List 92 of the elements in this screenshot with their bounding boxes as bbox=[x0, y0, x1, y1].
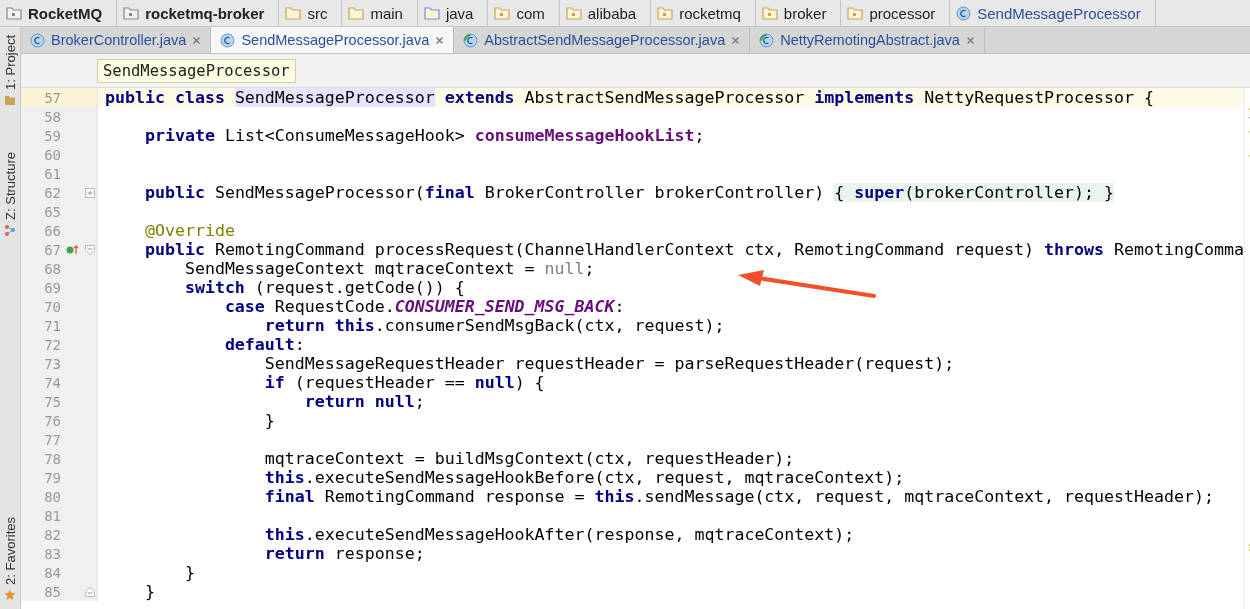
override-marker-icon[interactable] bbox=[65, 243, 79, 256]
expand-fold-icon[interactable] bbox=[85, 187, 95, 198]
tool-window-button[interactable]: Z: Structure bbox=[0, 151, 20, 236]
class-header-tooltip: SendMessageProcessor bbox=[97, 58, 296, 83]
line-number: 57 bbox=[43, 89, 61, 106]
folder-icon bbox=[423, 6, 440, 20]
code-line: switch (request.getCode()) { bbox=[183, 278, 465, 297]
code-line: @Override bbox=[143, 221, 235, 240]
code-line: return this.consumerSendMsgBack(ctx, request); bbox=[263, 316, 725, 335]
structure-icon bbox=[4, 223, 16, 236]
code-line: this.executeSendMessageHookAfter(response, mqtraceContext); bbox=[263, 525, 855, 544]
line-number: 77 bbox=[43, 431, 61, 448]
code-line: mqtraceContext = buildMsgContext(ctx, requestHeader); bbox=[263, 449, 795, 468]
code-line: } bbox=[263, 411, 275, 430]
abstract-class-icon bbox=[759, 32, 775, 48]
line-number: 81 bbox=[43, 507, 61, 524]
code-line: public SendMessageProcessor(final BrokerController brokerController) { super(brokerController); } bbox=[143, 183, 1115, 202]
folder-icon bbox=[565, 6, 582, 20]
tool-window-button[interactable]: 2: Favorites bbox=[0, 517, 20, 601]
star-icon bbox=[4, 589, 16, 601]
folder-icon bbox=[348, 6, 365, 20]
breadcrumb-item[interactable]: processor bbox=[841, 0, 951, 26]
breadcrumb-item[interactable]: rocketmq-broker bbox=[117, 0, 280, 26]
line-number: 66 bbox=[43, 222, 61, 239]
folder-icon bbox=[761, 6, 778, 20]
close-icon[interactable] bbox=[965, 35, 975, 45]
code-line: if (requestHeader == null) { bbox=[263, 373, 545, 392]
folder-icon bbox=[4, 93, 16, 106]
folder-icon bbox=[6, 6, 22, 20]
code-line: SendMessageContext mqtraceContext = null; bbox=[183, 259, 595, 278]
line-number: 84 bbox=[43, 564, 61, 581]
breadcrumb-item[interactable]: RocketMQ bbox=[0, 0, 118, 26]
breadcrumb-item[interactable]: java bbox=[417, 0, 489, 26]
line-number: 75 bbox=[43, 393, 61, 410]
code-line: public RemotingCommand processRequest(ChannelHandlerContext ctx, RemotingCommand request) throws RemotingComma bbox=[143, 240, 1244, 259]
line-number: 72 bbox=[43, 336, 61, 353]
line-number: 76 bbox=[43, 412, 61, 429]
class-icon bbox=[220, 32, 236, 48]
line-number: 74 bbox=[43, 374, 61, 391]
code-line: return response; bbox=[263, 544, 425, 563]
close-icon[interactable] bbox=[731, 35, 741, 45]
folder-icon bbox=[847, 6, 864, 20]
line-number: 79 bbox=[43, 469, 61, 486]
line-number: 70 bbox=[43, 298, 61, 315]
line-number: 67 bbox=[43, 241, 61, 258]
code-line: private List<ConsumeMessageHook> consumeMessageHookList; bbox=[143, 126, 705, 145]
line-number: 78 bbox=[43, 450, 61, 467]
code-line: SendMessageRequestHeader requestHeader = parseRequestHeader(request); bbox=[263, 354, 955, 373]
abstract-class-icon bbox=[463, 32, 479, 48]
line-number: 69 bbox=[43, 279, 61, 296]
folder-icon bbox=[657, 6, 674, 20]
fold-end-icon[interactable] bbox=[85, 586, 95, 597]
class-icon bbox=[956, 5, 972, 21]
line-number: 80 bbox=[43, 488, 61, 505]
breadcrumb-item[interactable]: broker bbox=[755, 0, 842, 26]
code-line: this.executeSendMessageHookBefore(ctx, request, mqtraceContext); bbox=[263, 468, 905, 487]
line-number: 61 bbox=[43, 165, 61, 182]
folder-icon bbox=[123, 6, 140, 20]
line-number: 59 bbox=[43, 127, 61, 144]
line-number: 58 bbox=[43, 108, 61, 125]
breadcrumb-item[interactable]: rocketmq bbox=[651, 0, 756, 26]
tool-window-button[interactable]: 1: Project bbox=[0, 35, 20, 106]
breadcrumb-item[interactable]: main bbox=[342, 0, 418, 26]
code-line: final RemotingCommand response = this.sendMessage(ctx, request, mqtraceContext, requestHeader); bbox=[263, 487, 1214, 506]
code-line: return null; bbox=[303, 392, 425, 411]
close-icon[interactable] bbox=[435, 35, 445, 45]
collapse-fold-icon[interactable] bbox=[85, 244, 95, 255]
line-number: 65 bbox=[43, 203, 61, 220]
line-number: 68 bbox=[43, 260, 61, 277]
folder-icon bbox=[285, 6, 302, 20]
line-number: 85 bbox=[43, 583, 61, 600]
breadcrumb-item[interactable]: com bbox=[488, 0, 560, 26]
breadcrumb-item[interactable]: alibaba bbox=[559, 0, 652, 26]
line-number: 82 bbox=[43, 526, 61, 543]
editor-tab[interactable]: SendMessageProcessor.java bbox=[211, 27, 455, 53]
editor-tab[interactable]: AbstractSendMessageProcessor.java bbox=[454, 27, 751, 53]
line-number: 83 bbox=[43, 545, 61, 562]
class-icon bbox=[30, 32, 45, 48]
folder-icon bbox=[494, 6, 511, 20]
breadcrumb-item[interactable]: SendMessageProcessor bbox=[950, 0, 1156, 26]
line-number: 71 bbox=[43, 317, 61, 334]
line-number: 73 bbox=[43, 355, 61, 372]
code-line: default: bbox=[223, 335, 305, 354]
code-line: public class SendMessageProcessor extends AbstractSendMessageProcessor implements NettyRequestProcessor { bbox=[105, 88, 1155, 107]
code-line: } bbox=[143, 582, 155, 601]
code-line: case RequestCode.CONSUMER_SEND_MSG_BACK: bbox=[223, 297, 625, 316]
line-number: 62 bbox=[43, 184, 61, 201]
editor-tab[interactable]: NettyRemotingAbstract.java bbox=[750, 27, 985, 53]
code-line: } bbox=[183, 563, 195, 582]
close-icon[interactable] bbox=[192, 35, 202, 45]
breadcrumb-item[interactable]: src bbox=[279, 0, 343, 26]
line-number: 60 bbox=[43, 146, 61, 163]
